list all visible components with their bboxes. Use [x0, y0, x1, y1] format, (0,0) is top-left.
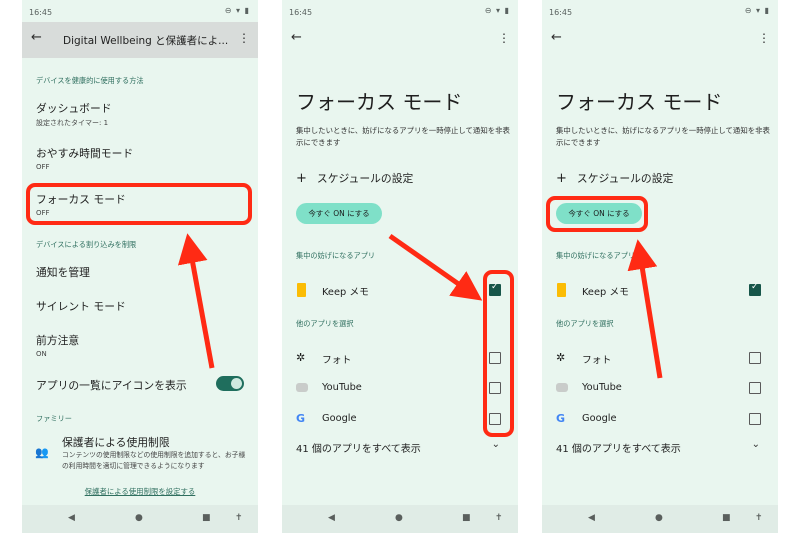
- arrow-to-focus-mode: [177, 233, 215, 369]
- annotation-arrows: [177, 233, 663, 379]
- arrow-to-turn-on-button: [627, 239, 663, 379]
- arrow-to-checkboxes: [388, 233, 483, 301]
